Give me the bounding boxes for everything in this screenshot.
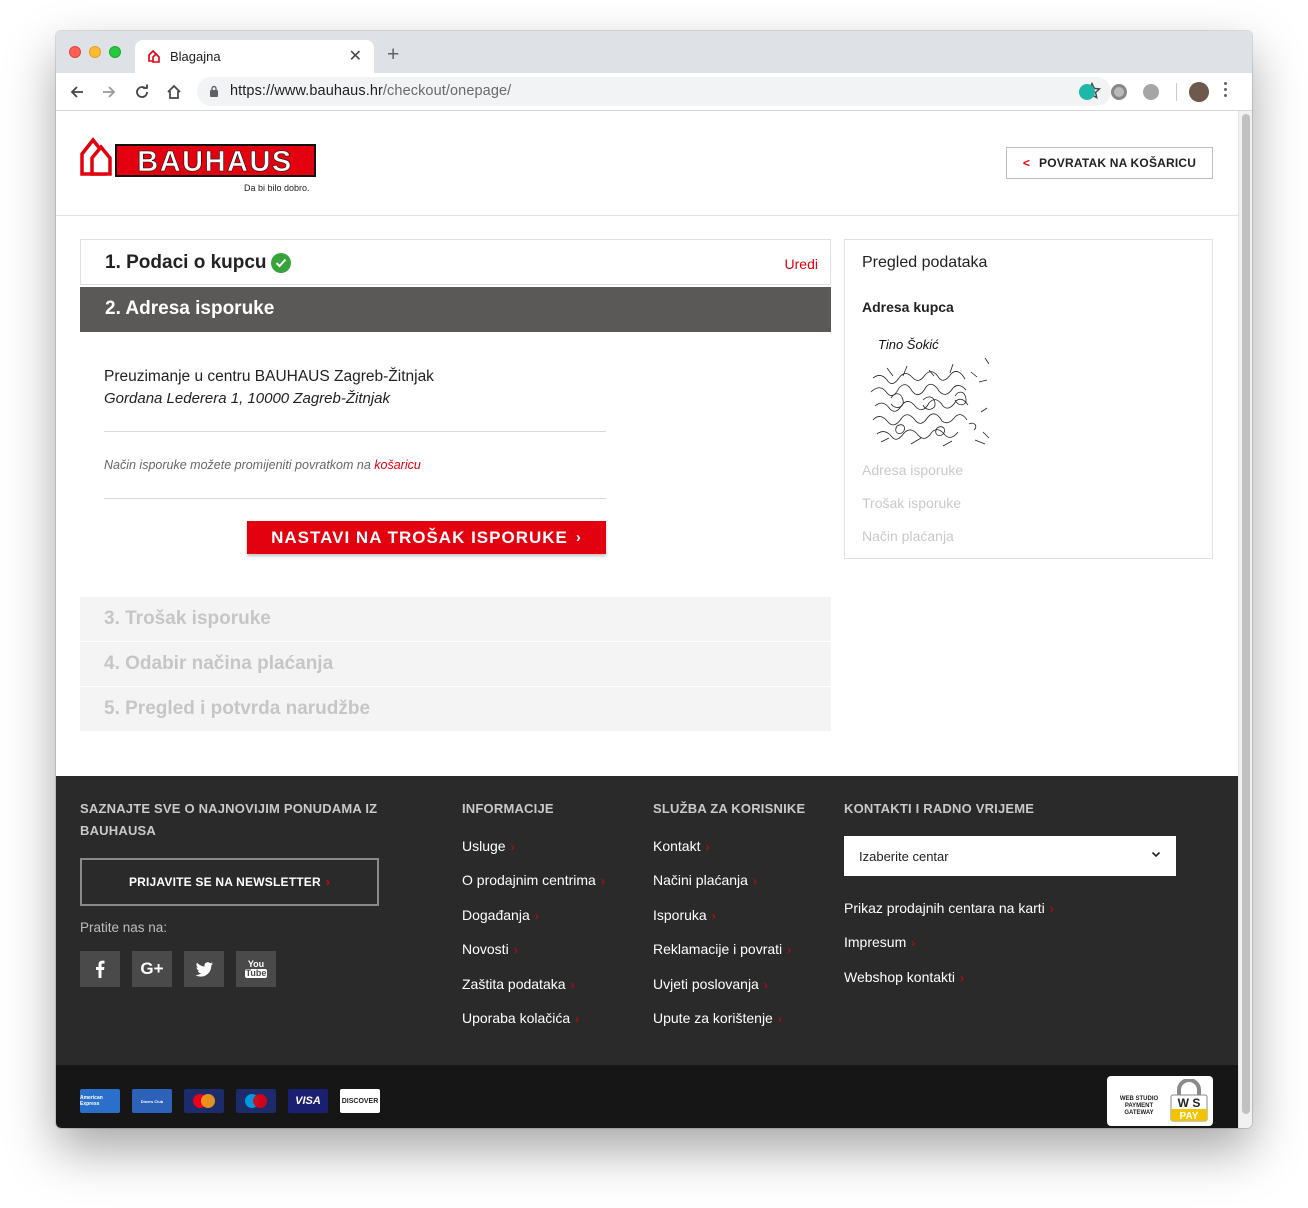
footer-link-privacy[interactable]: Zaštita podataka › <box>462 976 575 992</box>
maestro-card-icon <box>236 1089 276 1113</box>
step-customer-data: 1. Podaci o kupcu Uredi <box>80 239 831 285</box>
browser-toolbar: https://www.bauhaus.hr/checkout/onepage/ <box>56 73 1252 111</box>
tagline: Da bi bilo dobro. <box>244 183 310 193</box>
tab-bar: Blagajna ✕ + <box>56 31 1252 73</box>
bauhaus-logo[interactable]: BAUHAUS <box>80 134 316 180</box>
footer-link-store-map[interactable]: Prikaz prodajnih centara na karti › <box>844 900 1054 916</box>
page-scrollbar[interactable] <box>1238 111 1252 1128</box>
diners-card-icon: Diners Club <box>132 1089 172 1113</box>
shipping-cost-label: Trošak isporuke <box>862 495 962 511</box>
wspay-badge: WEB STUDIO PAYMENT GATEWAY W S PAY <box>1107 1076 1213 1126</box>
edit-link[interactable]: Uredi <box>785 256 818 272</box>
close-window-button[interactable] <box>69 46 81 58</box>
step2-title: 2. Adresa isporuke <box>105 298 275 319</box>
minimize-window-button[interactable] <box>89 46 101 58</box>
footer-link-news[interactable]: Novosti › <box>462 941 518 957</box>
footer-link-services[interactable]: Usluge › <box>462 838 515 854</box>
google-plus-icon[interactable]: G+ <box>132 951 172 987</box>
footer-link-delivery[interactable]: Isporuka › <box>653 907 716 923</box>
step-shipping-address: 2. Adresa isporuke <box>80 287 831 332</box>
step-order-review: 5. Pregled i potvrda narudžbe <box>80 687 831 731</box>
scrollbar-thumb[interactable] <box>1242 114 1250 1114</box>
footer-link-webshop-contacts[interactable]: Webshop kontakti › <box>844 969 964 985</box>
svg-text:W S: W S <box>1178 1096 1201 1110</box>
footer-link-events[interactable]: Događanja › <box>462 907 539 923</box>
site-header: BAUHAUS Da bi bilo dobro. < POVRATAK NA … <box>56 111 1238 216</box>
twitter-icon[interactable] <box>184 951 224 987</box>
extension-m-icon[interactable] <box>1079 84 1095 100</box>
step-payment-method: 4. Odabir načina plaćanja <box>80 642 831 686</box>
youtube-icon[interactable]: You Tube <box>236 951 276 987</box>
browser-window: Blagajna ✕ + https://www.bauhaus.hr/chec… <box>56 31 1252 1128</box>
tab-title: Blagajna <box>170 49 221 64</box>
footer-link-contact[interactable]: Kontakt › <box>653 838 709 854</box>
step3-title: 3. Trošak isporuke <box>104 608 271 629</box>
chevron-left-icon: < <box>1022 156 1031 170</box>
info-heading: INFORMACIJE <box>462 801 554 816</box>
extension-speech-icon[interactable] <box>1143 84 1159 100</box>
reload-icon[interactable] <box>130 80 154 104</box>
page-viewport: BAUHAUS Da bi bilo dobro. < POVRATAK NA … <box>56 111 1238 1128</box>
profile-avatar[interactable] <box>1189 82 1209 102</box>
shipping-address-label: Adresa isporuke <box>862 462 964 478</box>
pickup-address: Gordana Lederera 1, 10000 Zagreb-Žitnjak <box>104 390 391 407</box>
footer-payment-bar: American Express Diners Club VISA DISCOV… <box>56 1065 1238 1128</box>
payment-method-label: Način plaćanja <box>862 528 954 544</box>
footer-link-terms[interactable]: Uvjeti poslovanja › <box>653 976 768 992</box>
footer-link-instructions[interactable]: Upute za korištenje › <box>653 1010 782 1026</box>
service-heading: SLUŽBA ZA KORISNIKE <box>653 801 806 816</box>
follow-us-label: Pratite nas na: <box>80 920 168 935</box>
svg-text:BAUHAUS: BAUHAUS <box>137 146 293 178</box>
footer-link-stores[interactable]: O prodajnim centrima › <box>462 872 605 888</box>
chevron-down-icon <box>1151 851 1161 858</box>
checkmark-icon <box>271 253 291 273</box>
back-to-cart-button[interactable]: < POVRATAK NA KOŠARICU <box>1006 147 1213 179</box>
divider <box>104 431 606 432</box>
footer-link-cookies[interactable]: Uporaba kolačića › <box>462 1010 579 1026</box>
new-tab-button[interactable]: + <box>387 44 399 65</box>
browser-menu-icon[interactable] <box>1224 82 1228 100</box>
tab-close-icon[interactable]: ✕ <box>349 46 362 66</box>
continue-to-shipping-cost-button[interactable]: NASTAVI NA TROŠAK ISPORUKE › <box>247 521 606 554</box>
divider <box>104 498 606 499</box>
svg-text:PAY: PAY <box>1180 1111 1199 1122</box>
back-arrow-icon[interactable] <box>65 80 89 104</box>
buyer-address-label: Adresa kupca <box>862 299 954 315</box>
footer-link-returns[interactable]: Reklamacije i povrati › <box>653 941 791 957</box>
contact-heading: KONTAKTI I RADNO VRIJEME <box>844 801 1035 816</box>
mastercard-icon <box>184 1089 224 1113</box>
forward-arrow-icon[interactable] <box>97 80 121 104</box>
chevron-right-icon: › <box>325 875 331 889</box>
step4-title: 4. Odabir načina plaćanja <box>104 653 334 674</box>
home-icon[interactable] <box>162 80 186 104</box>
delivery-note: Način isporuke možete promijeniti povrat… <box>104 458 421 472</box>
newsletter-signup-button[interactable]: PRIJAVITE SE NA NEWSLETTER › <box>80 858 379 906</box>
amex-card-icon: American Express <box>80 1089 120 1113</box>
summary-title: Pregled podataka <box>862 254 988 271</box>
site-footer: SAZNAJTE SVE O NAJNOVIJIM PONUDAMA IZ BA… <box>56 776 1238 1065</box>
bauhaus-favicon-icon <box>148 49 160 63</box>
footer-link-payment[interactable]: Načini plaćanja › <box>653 872 757 888</box>
newsletter-heading: SAZNAJTE SVE O NAJNOVIJIM PONUDAMA IZ BA… <box>80 801 378 838</box>
pickup-store: Preuzimanje u centru BAUHAUS Zagreb-Žitn… <box>104 368 434 385</box>
address-bar[interactable]: https://www.bauhaus.hr/checkout/onepage/ <box>197 77 1111 106</box>
chevron-right-icon: › <box>575 529 582 546</box>
step5-title: 5. Pregled i potvrda narudžbe <box>104 698 371 719</box>
visa-card-icon: VISA <box>288 1089 328 1113</box>
discover-card-icon: DISCOVER <box>340 1089 380 1113</box>
center-select[interactable]: Izaberite centar <box>844 836 1176 876</box>
footer-link-impressum[interactable]: Impresum › <box>844 934 915 950</box>
facebook-icon[interactable] <box>80 951 120 987</box>
step-shipping-cost: 3. Trošak isporuke <box>80 597 831 641</box>
step1-title: 1. Podaci o kupcu <box>105 252 267 273</box>
url-text: https://www.bauhaus.hr/checkout/onepage/ <box>230 83 512 99</box>
wspay-lock-icon: W S PAY <box>1170 1079 1208 1122</box>
signature-image <box>870 357 990 447</box>
maximize-window-button[interactable] <box>109 46 121 58</box>
extension-circle-icon[interactable] <box>1111 84 1127 100</box>
lock-icon <box>210 85 218 97</box>
browser-tab[interactable]: Blagajna ✕ <box>135 40 374 73</box>
cart-link[interactable]: košaricu <box>374 458 421 472</box>
order-summary-panel: Pregled podataka Adresa kupca Tino Šokić <box>844 239 1213 559</box>
